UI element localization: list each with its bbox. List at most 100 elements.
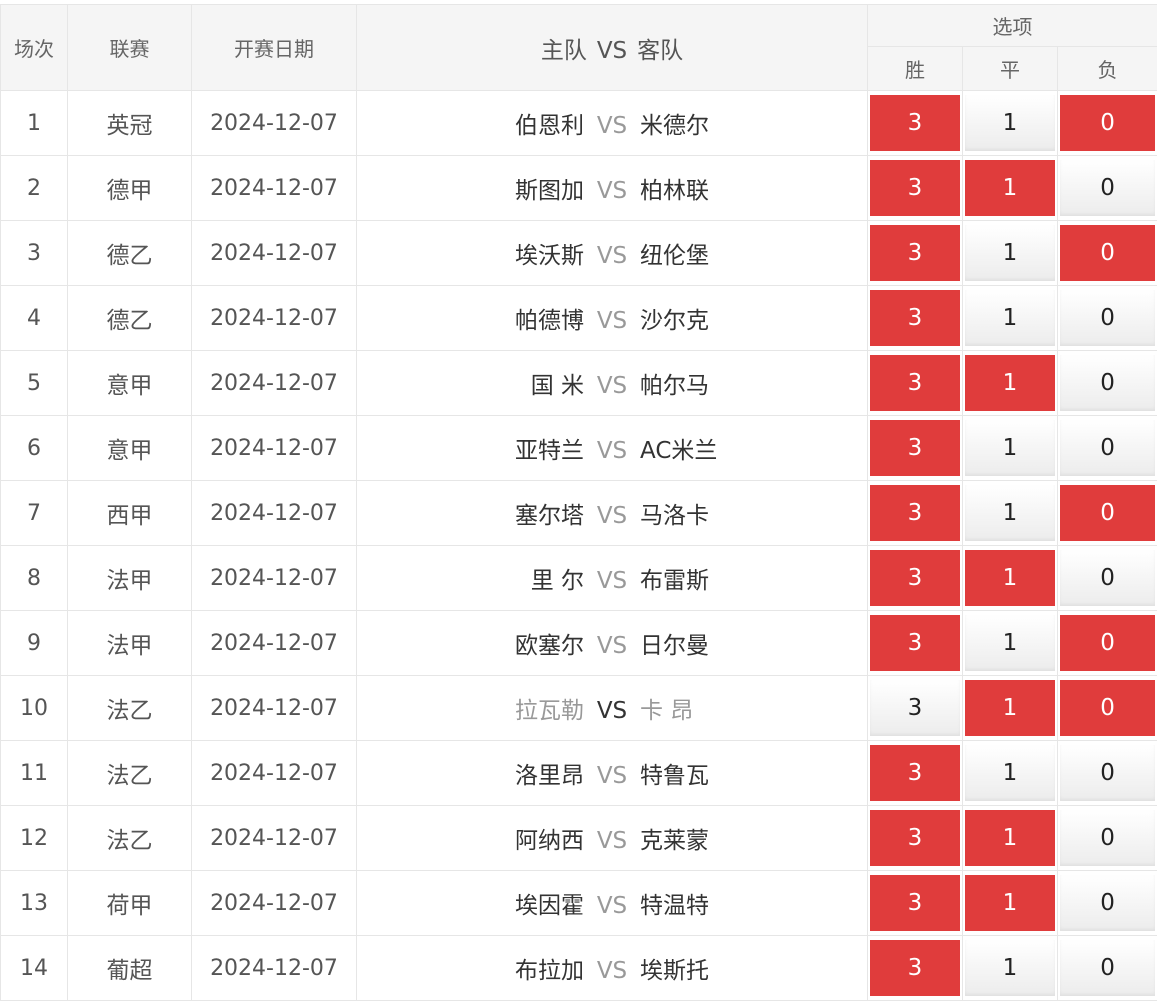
table-row: 12法乙2024-12-07阿纳西VS克莱蒙310: [1, 806, 1157, 871]
option-lose-button[interactable]: 0: [1060, 485, 1155, 541]
option-win-button[interactable]: 3: [870, 745, 960, 801]
option-win-button[interactable]: 3: [870, 95, 960, 151]
option-draw-button[interactable]: 1: [965, 160, 1055, 216]
option-draw-cell: 1: [963, 676, 1058, 741]
option-win-button[interactable]: 3: [870, 225, 960, 281]
league-name: 德乙: [68, 286, 192, 351]
match-date: 2024-12-07: [192, 481, 357, 546]
option-lose-button[interactable]: 0: [1060, 95, 1155, 151]
option-win-cell: 3: [868, 481, 963, 546]
header-index: 场次: [1, 5, 68, 91]
vs-label: VS: [584, 503, 640, 529]
option-draw-button[interactable]: 1: [965, 810, 1055, 866]
league-name: 西甲: [68, 481, 192, 546]
match-teams: 亚特兰VSAC米兰: [357, 416, 868, 481]
match-date: 2024-12-07: [192, 221, 357, 286]
option-lose-cell: 0: [1058, 806, 1157, 871]
option-draw-button[interactable]: 1: [965, 550, 1055, 606]
option-draw-button[interactable]: 1: [965, 745, 1055, 801]
match-index: 3: [1, 221, 68, 286]
table-row: 6意甲2024-12-07亚特兰VSAC米兰310: [1, 416, 1157, 481]
option-draw-button[interactable]: 1: [965, 680, 1055, 736]
option-win-button[interactable]: 3: [870, 160, 960, 216]
table-row: 8法甲2024-12-07里 尔VS布雷斯310: [1, 546, 1157, 611]
match-date: 2024-12-07: [192, 611, 357, 676]
option-win-button[interactable]: 3: [870, 680, 960, 736]
option-draw-button[interactable]: 1: [965, 355, 1055, 411]
match-date: 2024-12-07: [192, 91, 357, 156]
option-draw-cell: 1: [963, 546, 1058, 611]
option-draw-button[interactable]: 1: [965, 485, 1055, 541]
option-win-button[interactable]: 3: [870, 420, 960, 476]
home-team: 洛里昂: [358, 756, 584, 790]
option-draw-button[interactable]: 1: [965, 290, 1055, 346]
option-draw-button[interactable]: 1: [965, 615, 1055, 671]
option-lose-button[interactable]: 0: [1060, 745, 1155, 801]
option-lose-button[interactable]: 0: [1060, 355, 1155, 411]
option-lose-button[interactable]: 0: [1060, 420, 1155, 476]
match-teams: 伯恩利VS米德尔: [357, 91, 868, 156]
league-name: 意甲: [68, 416, 192, 481]
option-lose-button[interactable]: 0: [1060, 290, 1155, 346]
option-win-button[interactable]: 3: [870, 355, 960, 411]
option-lose-button[interactable]: 0: [1060, 550, 1155, 606]
option-win-cell: 3: [868, 286, 963, 351]
league-name: 德乙: [68, 221, 192, 286]
option-lose-button[interactable]: 0: [1060, 875, 1155, 931]
away-team: 纽伦堡: [640, 236, 866, 270]
option-draw-cell: 1: [963, 91, 1058, 156]
match-index: 4: [1, 286, 68, 351]
home-team: 拉瓦勒: [358, 691, 584, 725]
option-win-button[interactable]: 3: [870, 485, 960, 541]
away-team: AC米兰: [640, 431, 866, 465]
header-league: 联赛: [68, 5, 192, 91]
option-draw-cell: 1: [963, 871, 1058, 936]
option-draw-button[interactable]: 1: [965, 225, 1055, 281]
away-team: 布雷斯: [640, 561, 866, 595]
league-name: 德甲: [68, 156, 192, 221]
option-lose-cell: 0: [1058, 286, 1157, 351]
home-team: 阿纳西: [358, 821, 584, 855]
option-lose-button[interactable]: 0: [1060, 615, 1155, 671]
option-win-button[interactable]: 3: [870, 615, 960, 671]
option-draw-button[interactable]: 1: [965, 940, 1055, 996]
option-draw-button[interactable]: 1: [965, 420, 1055, 476]
option-lose-button[interactable]: 0: [1060, 940, 1155, 996]
option-draw-cell: 1: [963, 416, 1058, 481]
vs-label: VS: [584, 178, 640, 204]
match-date: 2024-12-07: [192, 936, 357, 1001]
option-win-button[interactable]: 3: [870, 550, 960, 606]
vs-label: VS: [584, 633, 640, 659]
option-draw-button[interactable]: 1: [965, 875, 1055, 931]
home-team: 欧塞尔: [358, 626, 584, 660]
header-away: 客队: [637, 38, 683, 64]
option-win-button[interactable]: 3: [870, 875, 960, 931]
option-lose-button[interactable]: 0: [1060, 680, 1155, 736]
away-team: 埃斯托: [640, 951, 866, 985]
option-draw-button[interactable]: 1: [965, 95, 1055, 151]
away-team: 柏林联: [640, 171, 866, 205]
option-win-button[interactable]: 3: [870, 940, 960, 996]
option-lose-button[interactable]: 0: [1060, 225, 1155, 281]
option-win-cell: 3: [868, 351, 963, 416]
match-index: 5: [1, 351, 68, 416]
option-win-button[interactable]: 3: [870, 290, 960, 346]
away-team: 米德尔: [640, 106, 866, 140]
option-lose-button[interactable]: 0: [1060, 160, 1155, 216]
option-win-cell: 3: [868, 741, 963, 806]
away-team: 特温特: [640, 886, 866, 920]
match-teams: 塞尔塔VS马洛卡: [357, 481, 868, 546]
match-date: 2024-12-07: [192, 351, 357, 416]
option-lose-button[interactable]: 0: [1060, 810, 1155, 866]
option-win-cell: 3: [868, 546, 963, 611]
away-team: 沙尔克: [640, 301, 866, 335]
vs-label: VS: [584, 438, 640, 464]
option-win-button[interactable]: 3: [870, 810, 960, 866]
vs-label: VS: [584, 373, 640, 399]
match-date: 2024-12-07: [192, 546, 357, 611]
match-index: 8: [1, 546, 68, 611]
option-draw-cell: 1: [963, 936, 1058, 1001]
option-lose-cell: 0: [1058, 156, 1157, 221]
option-lose-cell: 0: [1058, 481, 1157, 546]
league-name: 法乙: [68, 676, 192, 741]
